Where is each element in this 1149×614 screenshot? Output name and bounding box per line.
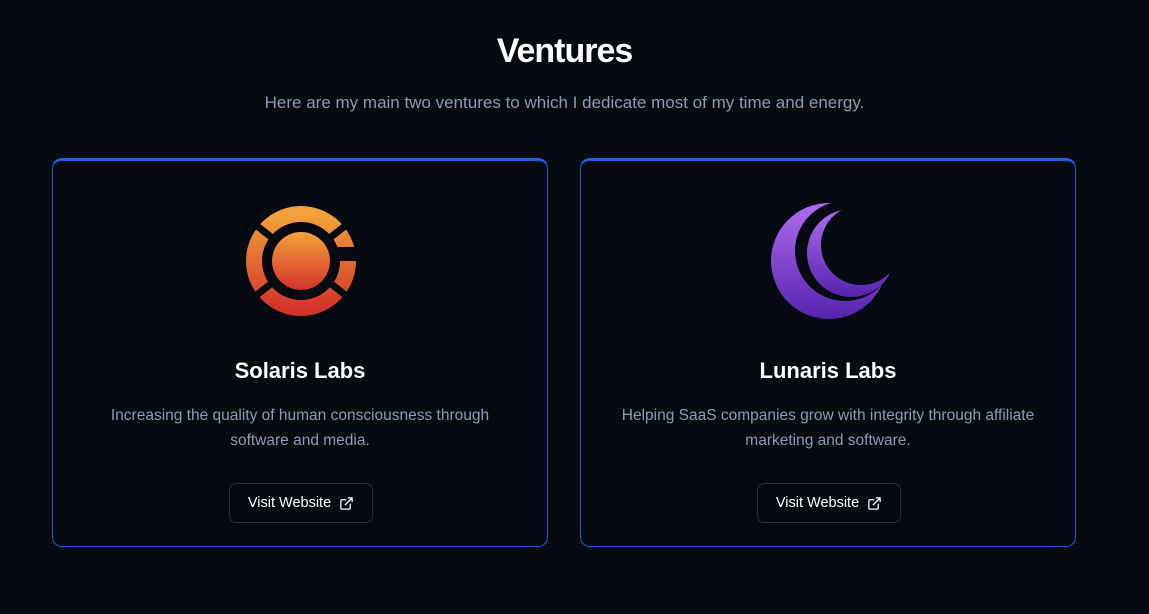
section-subtitle: Here are my main two ventures to which I… (264, 93, 865, 112)
visit-website-button[interactable]: Visit Website (229, 483, 373, 523)
venture-description: Increasing the quality of human consciou… (110, 407, 490, 449)
venture-title: Solaris Labs (234, 358, 366, 383)
venture-card-lunaris: Lunaris Labs Helping SaaS companies grow… (580, 158, 1076, 547)
lunaris-logo-icon (769, 201, 889, 321)
external-link-icon (867, 496, 882, 511)
solaris-logo-icon (241, 201, 361, 321)
visit-website-button[interactable]: Visit Website (757, 483, 901, 523)
venture-description: Helping SaaS companies grow with integri… (621, 407, 1035, 449)
visit-website-label: Visit Website (247, 495, 332, 511)
ventures-section: Ventures Here are my main two ventures t… (0, 0, 1149, 614)
section-title: Ventures (496, 32, 634, 70)
venture-title: Lunaris Labs (759, 358, 897, 383)
external-link-icon (339, 496, 354, 511)
venture-card-solaris: Solaris Labs Increasing the quality of h… (52, 158, 548, 547)
visit-website-label: Visit Website (775, 495, 860, 511)
